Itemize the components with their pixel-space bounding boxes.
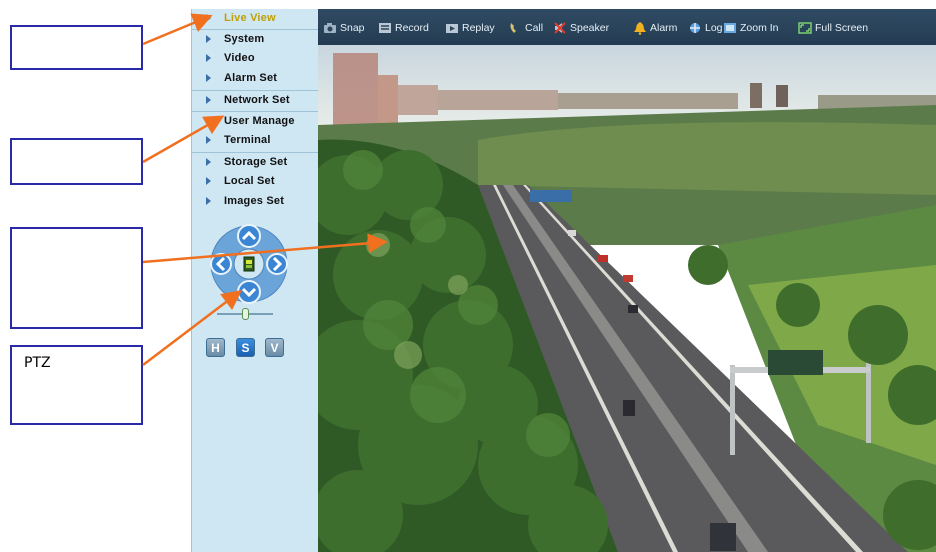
full-screen-icon — [798, 22, 812, 34]
car — [710, 523, 736, 551]
callout-box-ptz: PTZ — [10, 345, 143, 425]
arrow-right-icon — [206, 35, 211, 43]
arrow-right-icon — [206, 96, 211, 104]
toolbar-label: Log — [705, 22, 723, 34]
zoom-in-button[interactable]: Zoom In — [723, 20, 779, 36]
highway-sign — [530, 190, 572, 202]
live-video-feed[interactable] — [318, 45, 936, 552]
toolbar-label: Snap — [340, 22, 365, 34]
arrow-right-icon — [206, 158, 211, 166]
car — [623, 400, 635, 416]
sidebar-item-label: Live View — [224, 12, 276, 24]
video-toolbar: Snap Record Replay Call Speaker Alarm Lo… — [318, 9, 936, 45]
alarm-bell-icon — [634, 22, 646, 35]
arrow-right-icon — [206, 197, 211, 205]
sidebar-item-terminal[interactable]: Terminal — [192, 131, 318, 151]
record-button[interactable]: Record — [378, 20, 429, 36]
toolbar-label: Full Screen — [815, 22, 869, 34]
toolbar-label: Zoom In — [740, 22, 779, 34]
sidebar-item-network-set[interactable]: Network Set — [192, 90, 318, 110]
camera-icon — [324, 23, 336, 33]
callout-box-user-manage — [10, 138, 143, 185]
ptz-right-button[interactable] — [266, 253, 288, 275]
snap-button[interactable]: Snap — [323, 20, 365, 36]
sidebar-item-video[interactable]: Video — [192, 49, 318, 69]
arrow-right-icon — [206, 54, 211, 62]
sidebar-item-storage-set[interactable]: Storage Set — [192, 152, 318, 172]
ptz-direction-pad — [210, 224, 288, 304]
ptz-h-button[interactable]: H — [206, 338, 225, 357]
callout-box-video — [10, 227, 143, 329]
log-icon — [690, 23, 700, 33]
sidebar-item-live-view[interactable]: Live View — [192, 9, 318, 29]
arrow-right-icon — [206, 14, 211, 22]
sidebar-item-system[interactable]: System — [192, 29, 318, 49]
ptz-left-button[interactable] — [210, 253, 232, 275]
ptz-speed-slider-handle[interactable] — [242, 308, 249, 320]
record-icon — [379, 23, 391, 33]
speaker-icon — [554, 22, 566, 34]
replay-button[interactable]: Replay — [445, 20, 495, 36]
sidebar-item-label: Terminal — [224, 134, 271, 146]
sidebar-item-label: Alarm Set — [224, 72, 278, 84]
car — [623, 275, 633, 282]
arrow-right-icon — [206, 177, 211, 185]
call-icon — [510, 23, 516, 33]
toolbar-label: Record — [395, 22, 429, 34]
alarm-button[interactable]: Alarm — [633, 20, 677, 36]
toolbar-label: Replay — [462, 22, 495, 34]
car — [568, 230, 576, 236]
ptz-center-icon[interactable] — [243, 256, 255, 272]
sidebar-item-label: Video — [224, 52, 255, 64]
full-screen-button[interactable]: Full Screen — [798, 20, 868, 36]
toolbar-label: Alarm — [650, 22, 678, 34]
sidebar-item-label: System — [224, 33, 265, 45]
sidebar-item-label: User Manage — [224, 115, 295, 127]
call-button[interactable]: Call — [508, 20, 543, 36]
sidebar-item-user-manage[interactable]: User Manage — [192, 111, 318, 131]
replay-icon — [446, 24, 458, 33]
callout-text-ptz: PTZ — [24, 355, 51, 371]
ptz-up-button[interactable] — [237, 224, 261, 248]
sidebar-item-alarm-set[interactable]: Alarm Set — [192, 69, 318, 89]
ptz-v-button[interactable]: V — [265, 338, 284, 357]
callout-box-live-view — [10, 25, 143, 70]
sidebar-item-local-set[interactable]: Local Set — [192, 172, 318, 192]
car — [628, 305, 638, 313]
speaker-button[interactable]: Speaker — [553, 20, 609, 36]
ptz-down-button[interactable] — [237, 280, 261, 304]
ptz-s-button[interactable]: S — [236, 338, 255, 357]
car — [598, 255, 608, 262]
arrow-right-icon — [206, 136, 211, 144]
log-button[interactable]: Log — [688, 20, 723, 36]
sidebar-item-label: Storage Set — [224, 156, 288, 168]
arrow-right-icon — [206, 74, 211, 82]
sidebar-item-images-set[interactable]: Images Set — [192, 192, 318, 212]
toolbar-label: Call — [525, 22, 544, 34]
sidebar-item-label: Local Set — [224, 175, 275, 187]
zoom-in-icon — [724, 23, 736, 33]
toolbar-label: Speaker — [570, 22, 610, 34]
sidebar-item-label: Network Set — [224, 94, 290, 106]
sidebar-item-label: Images Set — [224, 195, 285, 207]
